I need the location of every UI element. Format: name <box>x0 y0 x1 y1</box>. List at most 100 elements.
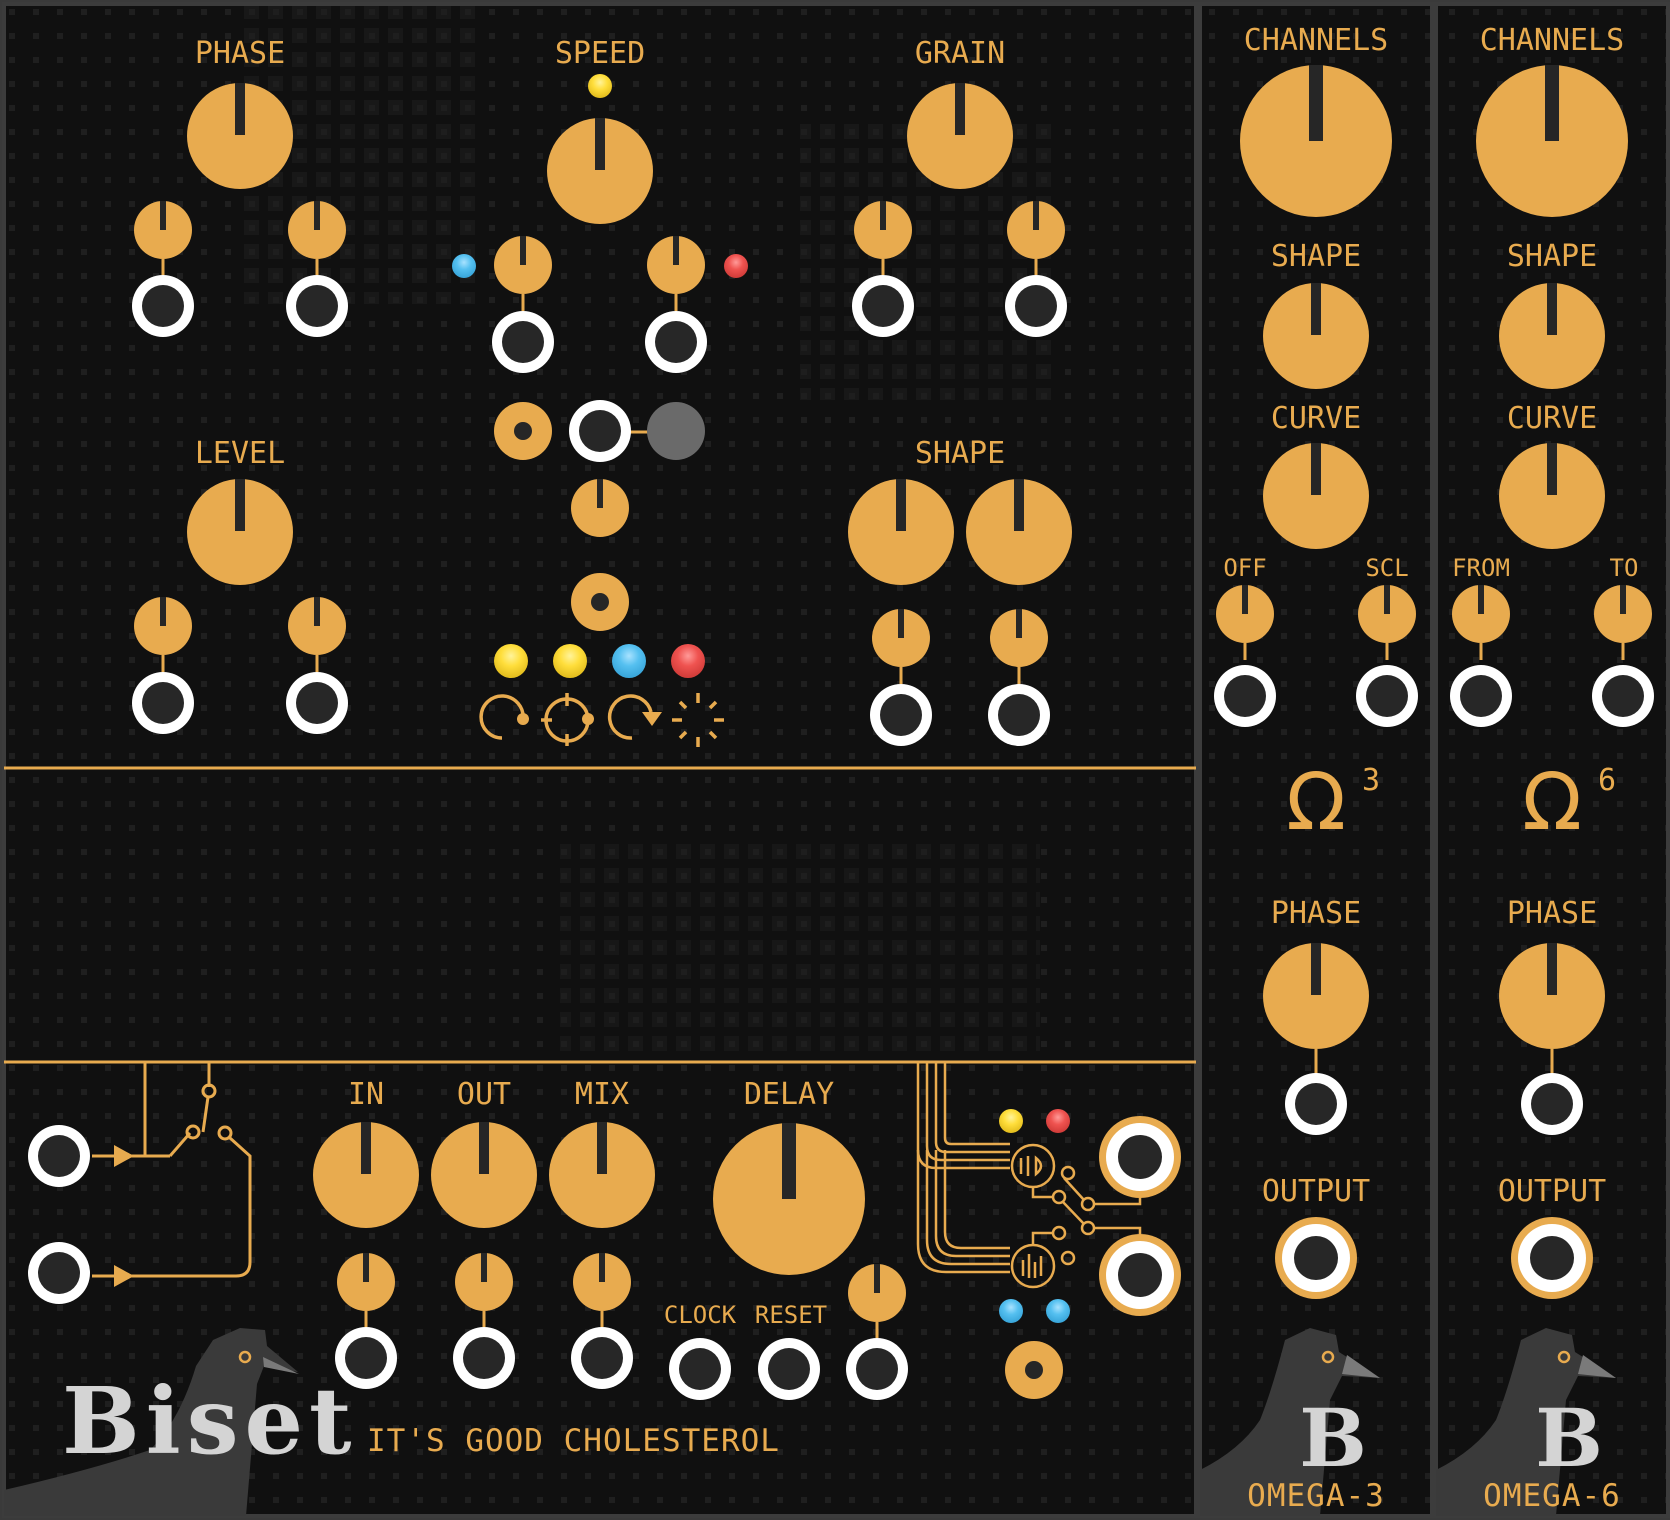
channels-knob[interactable] <box>1240 65 1392 217</box>
speed-cv-attenuator-right[interactable] <box>647 236 705 294</box>
input-jack-left[interactable] <box>28 1125 90 1187</box>
output-led-blue-left <box>999 1299 1023 1323</box>
shape-label: SHAPE <box>1507 239 1597 274</box>
output-led-yellow <box>999 1109 1023 1133</box>
to-knob[interactable] <box>1594 585 1652 643</box>
grain-label: GRAIN <box>915 36 1005 71</box>
trigger-button-left[interactable] <box>494 402 552 460</box>
level-label: LEVEL <box>195 436 285 471</box>
delay-cv-jack[interactable] <box>846 1338 908 1400</box>
clock-jack[interactable] <box>669 1338 731 1400</box>
output-jack[interactable] <box>1511 1217 1593 1299</box>
offset-label: OFF <box>1223 554 1266 582</box>
mode-led-4 <box>671 644 705 678</box>
from-cv-jack[interactable] <box>1450 665 1512 727</box>
output-jack[interactable] <box>1275 1217 1357 1299</box>
grain-cv-attenuator-right[interactable] <box>1007 201 1065 259</box>
curve-knob[interactable] <box>1499 443 1605 549</box>
module-name: OMEGA-6 <box>1483 1478 1621 1514</box>
phase-cv-jack-right[interactable] <box>286 275 348 337</box>
delay-knob[interactable] <box>713 1123 865 1275</box>
mode-led-3 <box>612 644 646 678</box>
phase-cv-jack[interactable] <box>1521 1073 1583 1135</box>
biset-module: PHASE LEVEL SPEED GRAIN SHAPE IN OUT MIX… <box>2 2 1198 1518</box>
offset-cv-jack[interactable] <box>1214 665 1276 727</box>
mix-knob[interactable] <box>549 1122 655 1228</box>
grain-knob[interactable] <box>907 83 1013 189</box>
level-cv-jack-right[interactable] <box>286 672 348 734</box>
mode-attenuator-knob[interactable] <box>571 479 629 537</box>
phase-cv-attenuator-right[interactable] <box>288 201 346 259</box>
speed-knob[interactable] <box>547 118 653 224</box>
to-cv-jack[interactable] <box>1592 665 1654 727</box>
shape-cv-attenuator-left[interactable] <box>872 609 930 667</box>
freeze-gate-jack[interactable] <box>569 400 631 462</box>
mode-button[interactable] <box>571 573 629 631</box>
shape-knob-right[interactable] <box>966 479 1072 585</box>
shape-cv-jack-right[interactable] <box>988 684 1050 746</box>
output-mode-button[interactable] <box>1005 1341 1063 1399</box>
output-jack-left[interactable] <box>1099 1116 1181 1198</box>
out-cv-attenuator[interactable] <box>455 1253 513 1311</box>
freeze-button[interactable] <box>647 402 705 460</box>
output-led-blue-right <box>1046 1299 1070 1323</box>
out-gain-knob[interactable] <box>431 1122 537 1228</box>
shape-knob[interactable] <box>1263 283 1369 389</box>
from-knob[interactable] <box>1452 585 1510 643</box>
curve-label: CURVE <box>1507 401 1597 436</box>
phase-cv-jack-left[interactable] <box>132 275 194 337</box>
output-label: OUTPUT <box>1262 1174 1370 1209</box>
module-rack: PHASE LEVEL SPEED GRAIN SHAPE IN OUT MIX… <box>2 2 1670 1518</box>
grain-cv-attenuator-left[interactable] <box>854 201 912 259</box>
level-knob[interactable] <box>187 479 293 585</box>
omega3-module: CHANNELS SHAPE CURVE OFF SCL Ω 3 PHASE O… <box>1198 2 1434 1518</box>
speed-led-red <box>724 254 748 278</box>
curve-label: CURVE <box>1271 401 1361 436</box>
reset-jack[interactable] <box>758 1338 820 1400</box>
omega-exponent: 3 <box>1362 763 1380 798</box>
level-cv-jack-left[interactable] <box>132 672 194 734</box>
phase-knob[interactable] <box>187 83 293 189</box>
omega-symbol: Ω <box>1286 758 1346 848</box>
out-cv-jack[interactable] <box>453 1327 515 1389</box>
biset-logo: Biset <box>62 1367 358 1475</box>
level-cv-attenuator-right[interactable] <box>288 597 346 655</box>
phase-knob[interactable] <box>1263 943 1369 1049</box>
output-jack-right[interactable] <box>1099 1234 1181 1316</box>
in-cv-attenuator[interactable] <box>337 1253 395 1311</box>
phase-cv-attenuator-left[interactable] <box>134 201 192 259</box>
channels-label: CHANNELS <box>1244 23 1389 58</box>
channels-label: CHANNELS <box>1480 23 1625 58</box>
phase-knob[interactable] <box>1499 943 1605 1049</box>
grain-cv-jack-right[interactable] <box>1005 275 1067 337</box>
scale-knob[interactable] <box>1358 585 1416 643</box>
delay-label: DELAY <box>744 1077 834 1112</box>
phase-label: PHASE <box>195 36 285 71</box>
delay-cv-attenuator[interactable] <box>848 1264 906 1322</box>
phase-cv-jack[interactable] <box>1285 1073 1347 1135</box>
shape-label: SHAPE <box>1271 239 1361 274</box>
scale-label: SCL <box>1365 554 1408 582</box>
mix-cv-attenuator[interactable] <box>573 1253 631 1311</box>
shape-cv-jack-left[interactable] <box>870 684 932 746</box>
grain-cv-jack-left[interactable] <box>852 275 914 337</box>
speed-cv-attenuator-left[interactable] <box>494 236 552 294</box>
channels-knob[interactable] <box>1476 65 1628 217</box>
speed-cv-jack-right[interactable] <box>645 311 707 373</box>
shape-knob-left[interactable] <box>848 479 954 585</box>
omega-symbol: Ω <box>1522 758 1582 848</box>
clock-label: CLOCK <box>664 1301 737 1329</box>
offset-knob[interactable] <box>1216 585 1274 643</box>
tagline: IT'S GOOD CHOLESTEROL <box>367 1423 780 1459</box>
shape-cv-attenuator-right[interactable] <box>990 609 1048 667</box>
level-cv-attenuator-left[interactable] <box>134 597 192 655</box>
mix-cv-jack[interactable] <box>571 1327 633 1389</box>
shape-knob[interactable] <box>1499 283 1605 389</box>
scale-cv-jack[interactable] <box>1356 665 1418 727</box>
in-label: IN <box>348 1077 384 1112</box>
speed-cv-jack-left[interactable] <box>492 311 554 373</box>
in-gain-knob[interactable] <box>313 1122 419 1228</box>
curve-knob[interactable] <box>1263 443 1369 549</box>
input-jack-right[interactable] <box>28 1242 90 1304</box>
brand-logo: B <box>1535 1391 1603 1485</box>
